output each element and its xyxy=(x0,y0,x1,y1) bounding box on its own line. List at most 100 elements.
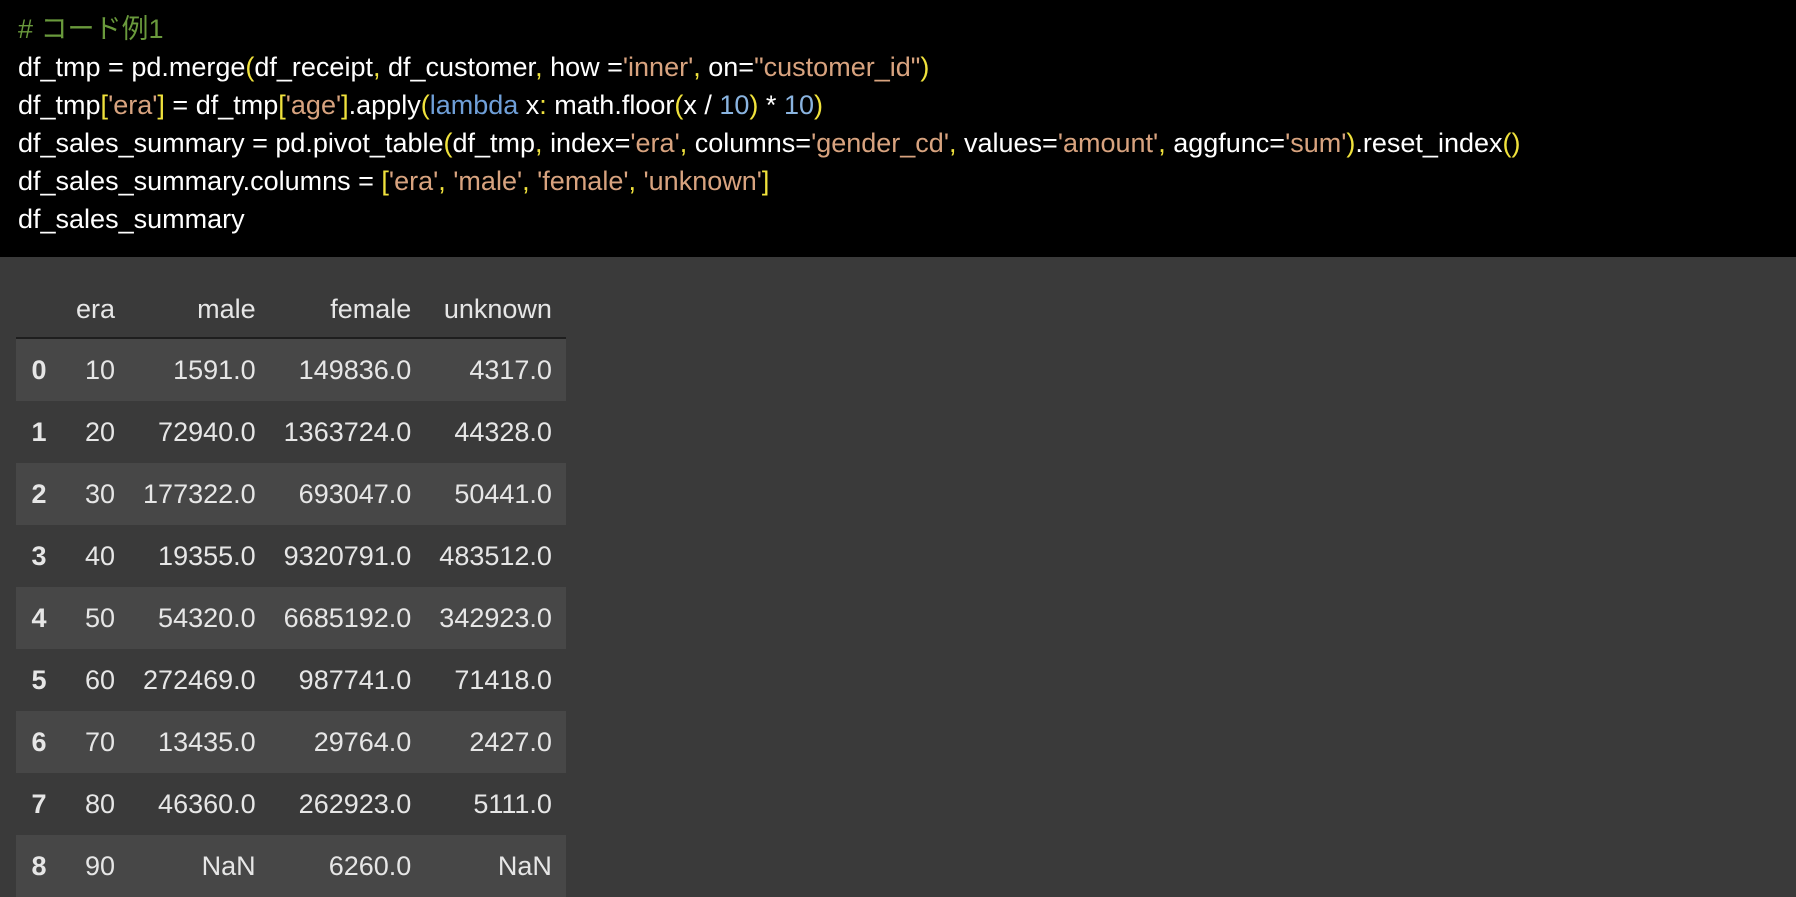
table-cell: 6685192.0 xyxy=(283,602,412,633)
row-index: 7 xyxy=(31,788,47,819)
table-cell: 72940.0 xyxy=(158,416,256,447)
code-token: [ xyxy=(278,90,286,120)
code-token: values= xyxy=(964,128,1058,158)
code-token: , xyxy=(535,52,551,82)
code-token: ] xyxy=(341,90,349,120)
row-index: 8 xyxy=(31,850,47,881)
code-token: , xyxy=(1158,128,1174,158)
table-cell: 2427.0 xyxy=(469,726,552,757)
code-token: 'era' xyxy=(108,90,158,120)
code-token: , xyxy=(372,52,388,82)
table-row: 0 10 1591.0 149836.0 4317.0 xyxy=(16,338,566,401)
table-cell: 20 xyxy=(84,416,116,447)
code-token: df_tmp xyxy=(18,90,101,120)
table-cell: 90 xyxy=(84,850,116,881)
code-token: , xyxy=(948,128,964,158)
table-cell: NaN xyxy=(497,850,552,881)
table-row: 7 80 46360.0 262923.0 5111.0 xyxy=(16,773,566,835)
table-cell: 9320791.0 xyxy=(283,540,412,571)
code-token: df_tmp xyxy=(452,128,536,158)
table-row: 6 70 13435.0 29764.0 2427.0 xyxy=(16,711,566,773)
code-line: df_tmp = pd.merge(df_receipt, df_custome… xyxy=(18,48,1796,86)
table-cell: 70 xyxy=(84,726,116,757)
table-row: 5 60 272469.0 987741.0 71418.0 xyxy=(16,649,566,711)
code-token: "customer_id" xyxy=(754,52,921,82)
table-header: era male female unknown xyxy=(16,281,566,339)
code-line: df_tmp['era'] = df_tmp['age'].apply(lamb… xyxy=(18,86,1796,124)
code-line: df_sales_summary = pd.pivot_table(df_tmp… xyxy=(18,124,1796,162)
code-token: ( xyxy=(443,128,453,158)
code-token: columns= xyxy=(694,128,812,158)
code-token: , xyxy=(693,52,709,82)
column-header-female: female xyxy=(269,281,426,339)
code-token: df_sales_summary xyxy=(18,204,245,234)
code-token: [ xyxy=(381,166,389,196)
dataframe-table: era male female unknown 0 10 1591.0 149836.0 43… xyxy=(16,281,566,897)
code-token: ( xyxy=(420,90,430,120)
code-token: 'sum' xyxy=(1285,128,1347,158)
code-token: [ xyxy=(100,90,109,120)
table-body: 0 10 1591.0 149836.0 4317.0 1 20 72940.0 1363724… xyxy=(16,338,566,897)
table-cell: 149836.0 xyxy=(298,354,412,385)
table-cell: 1591.0 xyxy=(173,354,256,385)
code-token: 10 xyxy=(783,90,814,120)
code-token: 'gender_cd' xyxy=(811,128,949,158)
row-index: 4 xyxy=(31,602,47,633)
code-token: on= xyxy=(708,52,755,82)
code-token: x / xyxy=(683,90,720,120)
code-token: math.floor xyxy=(546,90,675,120)
code-token: 'female' xyxy=(537,166,629,196)
column-header-era: era xyxy=(62,281,130,339)
column-header-unknown: unknown xyxy=(425,281,566,339)
output-area: era male female unknown 0 10 1591.0 149836.0 43… xyxy=(0,257,1796,897)
code-token: ] xyxy=(157,90,165,120)
table-cell: 40 xyxy=(84,540,116,571)
code-line: df_sales_summary.columns = ['era', 'male… xyxy=(18,162,1796,200)
table-cell: 29764.0 xyxy=(313,726,412,757)
table-cell: 342923.0 xyxy=(439,602,552,633)
table-cell: 19355.0 xyxy=(158,540,256,571)
row-index: 2 xyxy=(31,478,47,509)
code-token: , xyxy=(522,166,538,196)
code-token: df_customer xyxy=(387,52,536,82)
code-token: 'unknown' xyxy=(643,166,762,196)
code-token: = df_tmp xyxy=(164,90,279,120)
table-cell: 483512.0 xyxy=(439,540,552,571)
code-token: # コード例1 xyxy=(18,14,164,44)
code-token: index= xyxy=(550,128,631,158)
code-token: 'era' xyxy=(630,128,680,158)
code-token: aggfunc= xyxy=(1173,128,1286,158)
row-index: 6 xyxy=(31,726,47,757)
code-token: df_sales_summary = pd.pivot_table xyxy=(18,128,444,158)
code-token: df_sales_summary.columns = xyxy=(18,166,382,196)
table-row: 3 40 19355.0 9320791.0 483512.0 xyxy=(16,525,566,587)
code-token: ] xyxy=(761,166,770,196)
table-cell: 54320.0 xyxy=(158,602,256,633)
code-token: : xyxy=(539,90,547,120)
header-row: era male female unknown xyxy=(16,281,566,339)
code-cell[interactable]: # コード例1 df_tmp = pd.merge(df_receipt, df_… xyxy=(0,0,1796,257)
table-row: 2 30 177322.0 693047.0 50441.0 xyxy=(16,463,566,525)
code-token: .reset_index xyxy=(1355,128,1503,158)
table-cell: 44328.0 xyxy=(454,416,552,447)
row-index: 3 xyxy=(31,540,47,571)
code-token: 10 xyxy=(719,90,750,120)
table-cell: 4317.0 xyxy=(469,354,552,385)
row-index: 5 xyxy=(31,664,47,695)
index-column-header xyxy=(16,281,62,339)
table-row: 4 50 54320.0 6685192.0 342923.0 xyxy=(16,587,566,649)
row-index: 0 xyxy=(31,354,47,385)
table-cell: 177322.0 xyxy=(143,478,256,509)
code-comment-line: # コード例1 xyxy=(18,10,1796,48)
table-cell: 50441.0 xyxy=(454,478,552,509)
code-token: , xyxy=(535,128,551,158)
code-token: ) xyxy=(813,90,823,120)
code-token: ) xyxy=(920,52,930,82)
table-cell: 5111.0 xyxy=(473,788,552,819)
table-cell: 46360.0 xyxy=(158,788,256,819)
table-cell: 10 xyxy=(84,354,116,385)
table-cell: 71418.0 xyxy=(454,664,552,695)
table-cell: 272469.0 xyxy=(143,664,256,695)
table-cell: 262923.0 xyxy=(298,788,412,819)
code-token: 'era' xyxy=(388,166,439,196)
